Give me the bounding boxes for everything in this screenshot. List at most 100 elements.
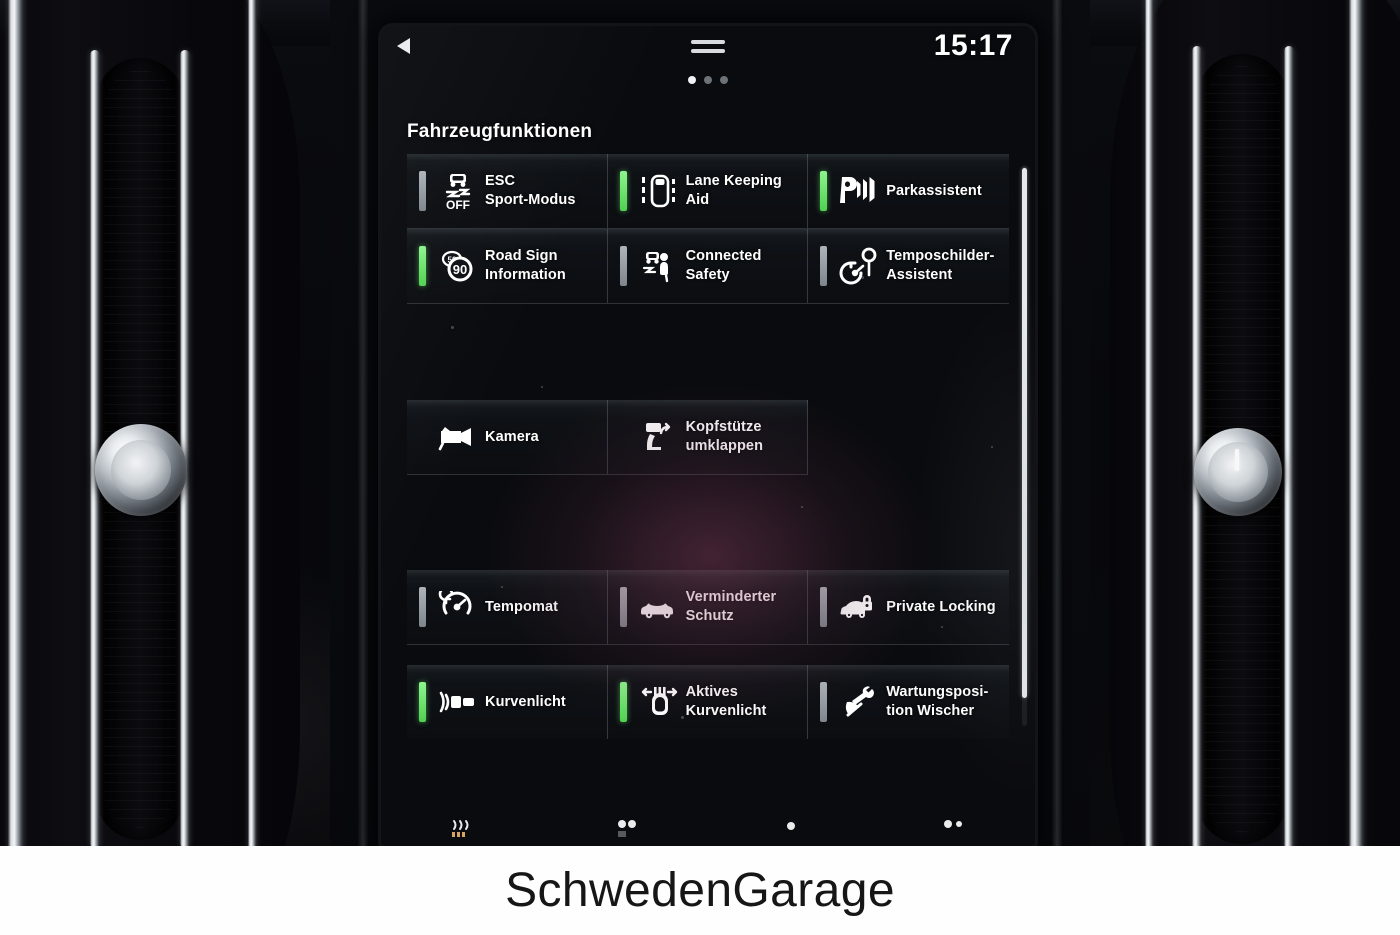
connected-safety-icon xyxy=(636,248,682,284)
tile-lane-keeping-aid[interactable]: Lane Keeping Aid xyxy=(607,154,809,228)
chrome-trim-outer-right xyxy=(1349,0,1364,935)
chrome-trim-slot-left-a xyxy=(90,50,100,848)
tile-label-line2: Information xyxy=(485,267,566,283)
tile-road-sign-information[interactable]: 50 90 Road Sign Information xyxy=(407,229,608,303)
chrome-trim-inner-left xyxy=(248,0,257,935)
svg-text:90: 90 xyxy=(453,262,467,277)
camera-icon xyxy=(435,422,481,452)
tile-private-locking[interactable]: Private Locking xyxy=(808,570,1009,644)
private-locking-icon xyxy=(836,592,882,622)
tile-wartungsposition-wischer[interactable]: Wartungsposi- tion Wischer xyxy=(808,665,1009,739)
reduced-guard-icon xyxy=(636,593,682,621)
tile-label-line1: Aktives xyxy=(685,684,738,701)
climate-seat-heat-right-icon[interactable] xyxy=(939,819,967,839)
tile-label-temposchilder-assistent: Temposchilder- Assistent xyxy=(882,247,994,285)
chrome-trim-outer-left xyxy=(8,0,24,935)
tile-label-parkassistent: Parkassistent xyxy=(882,182,982,201)
status-bar-esc xyxy=(419,171,426,211)
tile-row-1: OFF ESC Sport-Modus Lane Keeping Aid Par… xyxy=(407,154,1009,228)
active-bending-light-icon xyxy=(636,685,682,719)
tile-label-private-locking: Private Locking xyxy=(882,598,995,617)
climate-seat-heat-left-icon[interactable] xyxy=(615,819,643,839)
tile-parkassistent[interactable]: Parkassistent xyxy=(808,154,1009,228)
air-vent-knob-right-face xyxy=(1208,442,1268,502)
tile-label-road-sign-information: Road Sign Information xyxy=(481,247,566,285)
svg-text:OFF: OFF xyxy=(446,198,470,211)
air-vent-knob-left-face xyxy=(111,440,171,500)
tile-label-line1: Parkassistent xyxy=(886,182,982,199)
status-bar-aktives-kurvenlicht xyxy=(619,682,627,722)
air-vent-knob-left[interactable] xyxy=(95,424,187,516)
air-vent-right[interactable] xyxy=(1080,0,1400,935)
tile-kamera[interactable]: Kamera xyxy=(407,400,608,474)
page-dot-3[interactable] xyxy=(720,76,728,84)
tile-label-wartungsposition-wischer: Wartungsposi- tion Wischer xyxy=(882,683,988,721)
status-bar-kurvenlicht xyxy=(419,682,426,722)
tile-label-line2: Sport-Modus xyxy=(485,192,576,208)
tile-label-line2: Assistent xyxy=(886,267,953,283)
tile-connected-safety[interactable]: Connected Safety xyxy=(607,229,809,303)
infotainment-screen[interactable]: 15:17 Fahrzeugfunktionen OFF ESC Sport-M… xyxy=(381,26,1035,846)
tile-label-esc: ESC Sport-Modus xyxy=(481,172,576,210)
scrollbar-thumb[interactable] xyxy=(1022,168,1027,698)
tile-label-line2: Safety xyxy=(685,267,730,283)
status-bar-kamera xyxy=(419,417,426,457)
drag-handle-icon[interactable] xyxy=(691,40,725,58)
chrome-trim-inner-right xyxy=(1145,0,1154,935)
page-title: Fahrzeugfunktionen xyxy=(407,121,593,142)
page-indicator-dots[interactable] xyxy=(688,76,728,84)
page-dot-1[interactable] xyxy=(688,76,696,84)
tile-row-4: Tempomat Verminderter Schutz Private Loc… xyxy=(407,570,1009,644)
esc-off-icon: OFF xyxy=(435,171,481,211)
air-vent-knob-right[interactable] xyxy=(1194,428,1282,516)
tile-empty-slot xyxy=(808,400,1009,474)
back-triangle-icon[interactable] xyxy=(397,38,410,54)
tile-label-line1: Temposchilder- xyxy=(886,248,995,265)
tile-row-3: Kamera Kopfstütze umklappen xyxy=(407,400,1009,474)
status-bar-lane-keeping-aid xyxy=(619,171,627,211)
vehicle-functions-grid: OFF ESC Sport-Modus Lane Keeping Aid Par… xyxy=(407,154,1009,739)
status-bar-parkassistent xyxy=(820,171,828,211)
tile-label-line1: Kopfstütze xyxy=(685,419,762,436)
status-bar-private-locking xyxy=(820,587,828,627)
tile-label-kamera: Kamera xyxy=(481,428,539,447)
tile-kopfstuetze-umklappen[interactable]: Kopfstütze umklappen xyxy=(607,400,809,474)
air-vent-left[interactable] xyxy=(0,0,392,935)
tile-row-2: 50 90 Road Sign Information xyxy=(407,229,1009,303)
status-bar-wartungsposition-wischer xyxy=(820,682,828,722)
clock: 15:17 xyxy=(933,29,1013,62)
tile-label-kurvenlicht: Kurvenlicht xyxy=(481,693,566,712)
wiper-service-position-icon xyxy=(836,684,882,720)
tile-verminderter-schutz[interactable]: Verminderter Schutz xyxy=(607,570,809,644)
climate-defrost-icon[interactable] xyxy=(449,819,479,839)
tile-temposchilder-assistent[interactable]: Temposchilder- Assistent xyxy=(808,229,1009,303)
climate-bar[interactable] xyxy=(381,812,1035,846)
console-edge-right xyxy=(1052,0,1062,935)
status-bar-connected-safety xyxy=(619,246,627,286)
tile-kurvenlicht[interactable]: Kurvenlicht xyxy=(407,665,608,739)
headrest-fold-icon xyxy=(636,419,682,455)
tile-tempomat[interactable]: Tempomat xyxy=(407,570,608,644)
status-bar-kopfstuetze xyxy=(620,417,627,457)
page-dot-2[interactable] xyxy=(704,76,712,84)
tile-label-line1: Private Locking xyxy=(886,598,996,615)
tile-label-line2: Schutz xyxy=(685,608,734,624)
tile-esc-sport-modus[interactable]: OFF ESC Sport-Modus xyxy=(407,154,608,228)
status-bar-tempomat xyxy=(419,587,426,627)
tile-label-line2: Aid xyxy=(685,192,710,208)
tile-label-line1: Lane Keeping xyxy=(685,173,782,190)
tile-label-line1: Connected xyxy=(685,248,762,265)
cornering-light-icon xyxy=(435,689,481,715)
status-bar-temposchilder-assistent xyxy=(820,246,828,286)
tile-label-verminderter-schutz: Verminderter Schutz xyxy=(682,588,777,626)
grid-gap-1 xyxy=(407,304,1009,400)
tile-label-lane-keeping-aid: Lane Keeping Aid xyxy=(682,172,782,210)
tile-label-line1: Kamera xyxy=(485,428,539,445)
climate-fan-icon[interactable] xyxy=(779,819,803,839)
tile-row-5: Kurvenlicht Aktives Kurvenlicht Wartungs… xyxy=(407,665,1009,739)
tile-label-line1: Kurvenlicht xyxy=(485,693,566,710)
tile-label-connected-safety: Connected Safety xyxy=(682,247,762,285)
tile-aktives-kurvenlicht[interactable]: Aktives Kurvenlicht xyxy=(607,665,809,739)
status-bar-verminderter-schutz xyxy=(619,587,627,627)
status-bar-road-sign-information xyxy=(419,246,426,286)
